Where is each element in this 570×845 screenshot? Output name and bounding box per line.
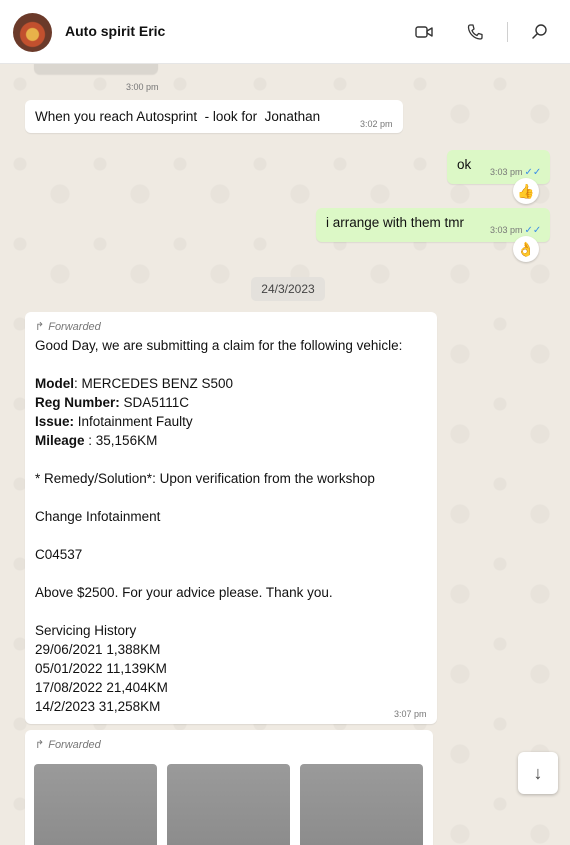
change-line: Change Infotainment xyxy=(35,509,161,524)
voice-call-icon[interactable] xyxy=(465,22,485,42)
media-thumbnail[interactable] xyxy=(300,764,423,845)
media-thumbnail[interactable] xyxy=(167,764,290,845)
contact-name[interactable]: Auto spirit Eric xyxy=(65,23,165,39)
mileage-line: Mileage : 35,156KM xyxy=(35,433,157,448)
message-text: Good Day, we are submitting a claim for … xyxy=(35,338,403,353)
cut-off-media-bubble[interactable] xyxy=(34,64,158,74)
reaction-badge[interactable]: 👍 xyxy=(513,178,539,204)
read-ticks-icon: ✓✓ xyxy=(524,225,542,236)
forwarded-label: Forwarded xyxy=(48,739,101,751)
chat-area[interactable]: 3:00 pm When you reach Autosprint - look… xyxy=(0,64,570,845)
message-time: 3:00 pm xyxy=(126,82,159,92)
message-time-wrap: 3:03 pm ✓✓ xyxy=(490,225,541,236)
issue-label: Issue: xyxy=(35,414,75,429)
history-entry: 29/06/2021 1,388KM xyxy=(35,642,161,657)
issue-line: Issue: Infotainment Faulty xyxy=(35,414,193,429)
mileage-label: Mileage xyxy=(35,433,85,448)
advice-line: Above $2500. For your advice please. Tha… xyxy=(35,585,333,600)
history-entry: 05/01/2022 11,139KM xyxy=(35,661,167,676)
forwarded-indicator: ↱ Forwarded xyxy=(35,320,101,333)
reg-value: SDA5111C xyxy=(119,395,190,410)
message-time: 3:07 pm xyxy=(394,709,427,719)
message-text: i arrange with them tmr xyxy=(326,215,465,230)
history-entry: 17/08/2022 21,404KM xyxy=(35,680,168,695)
history-entry: 14/2/2023 31,258KM xyxy=(35,699,161,714)
forwarded-label: Forwarded xyxy=(48,321,101,333)
message-time: 3:03 pm xyxy=(490,167,523,177)
model-label: Model xyxy=(35,376,74,391)
issue-value: Infotainment Faulty xyxy=(74,414,193,429)
scroll-to-bottom-button[interactable]: ↓ xyxy=(518,752,558,794)
model-value: : MERCEDES BENZ S500 xyxy=(74,376,234,391)
model-line: Model: MERCEDES BENZ S500 xyxy=(35,376,233,391)
incoming-message[interactable]: When you reach Autosprint - look for Jon… xyxy=(25,100,403,133)
chat-header: Auto spirit Eric xyxy=(0,0,570,64)
video-call-icon[interactable] xyxy=(414,22,434,42)
arrow-down-icon: ↓ xyxy=(533,763,543,783)
date-chip: 24/3/2023 xyxy=(251,277,325,301)
reg-line: Reg Number: SDA5111C xyxy=(35,395,189,410)
outgoing-message[interactable]: ok 3:03 pm ✓✓ xyxy=(447,150,550,184)
message-text: When you reach Autosprint - look for Jon… xyxy=(35,109,321,124)
mileage-value: : 35,156KM xyxy=(84,433,158,448)
forwarded-indicator: ↱ Forwarded xyxy=(35,738,101,751)
code-line: C04537 xyxy=(35,547,83,562)
message-time: 3:03 pm xyxy=(490,225,523,235)
search-icon[interactable] xyxy=(530,22,550,42)
forwarded-media-message[interactable]: ↱ Forwarded xyxy=(25,730,433,845)
remedy-line: * Remedy/Solution*: Upon verification fr… xyxy=(35,471,375,486)
message-time: 3:02 pm xyxy=(360,119,393,129)
forward-arrow-icon: ↱ xyxy=(35,739,45,751)
media-thumbnail[interactable] xyxy=(34,764,157,845)
message-text: ok xyxy=(457,157,472,172)
avatar[interactable] xyxy=(13,13,52,52)
reaction-badge[interactable]: 👌 xyxy=(513,236,539,262)
reg-label: Reg Number: xyxy=(35,395,120,410)
forward-arrow-icon: ↱ xyxy=(35,321,45,333)
history-title: Servicing History xyxy=(35,623,137,638)
read-ticks-icon: ✓✓ xyxy=(524,167,542,178)
forwarded-message[interactable]: ↱ Forwarded Good Day, we are submitting a… xyxy=(25,312,437,724)
header-divider xyxy=(507,22,508,42)
message-time-wrap: 3:03 pm ✓✓ xyxy=(490,167,541,178)
outgoing-message[interactable]: i arrange with them tmr 3:03 pm ✓✓ xyxy=(316,208,550,242)
